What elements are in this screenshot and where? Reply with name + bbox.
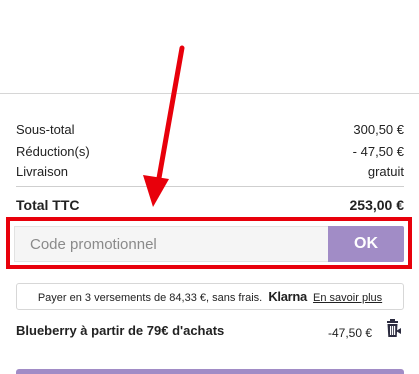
offer-label: Blueberry à partir de 79€ d'achats (16, 323, 225, 338)
klarna-text: Payer en 3 versements de 84,33 €, sans f… (37, 292, 263, 304)
trash-icon[interactable] (382, 318, 404, 340)
checkout-button-edge[interactable] (16, 369, 404, 374)
total-divider (16, 186, 404, 187)
top-blank-area (0, 0, 419, 93)
subtotal-label: Sous-total (16, 122, 75, 137)
total-value: 253,00 € (349, 197, 405, 213)
total-row: Total TTC 253,00 € (16, 195, 404, 215)
shipping-row: Livraison gratuit (16, 163, 404, 181)
apply-promo-button[interactable]: OK (328, 226, 404, 262)
discount-value: - 47,50 € (352, 144, 404, 159)
offer-amount: -47,50 € (328, 326, 373, 340)
klarna-learn-more-link[interactable]: En savoir plus (313, 292, 382, 304)
klarna-banner: Payer en 3 versements de 84,33 €, sans f… (16, 283, 404, 310)
subtotal-row: Sous-total 300,50 € (16, 121, 404, 139)
klarna-logo: Klarna (268, 289, 307, 304)
promo-code-input[interactable] (14, 226, 328, 262)
total-label: Total TTC (16, 197, 80, 213)
shipping-value: gratuit (367, 164, 404, 179)
discount-row: Réduction(s) - 47,50 € (16, 143, 404, 161)
subtotal-value: 300,50 € (353, 122, 404, 137)
divider (0, 93, 419, 94)
shipping-label: Livraison (16, 164, 69, 179)
applied-offer-row: Blueberry à partir de 79€ d'achats -47,5… (16, 318, 404, 344)
discount-label: Réduction(s) (16, 144, 90, 159)
